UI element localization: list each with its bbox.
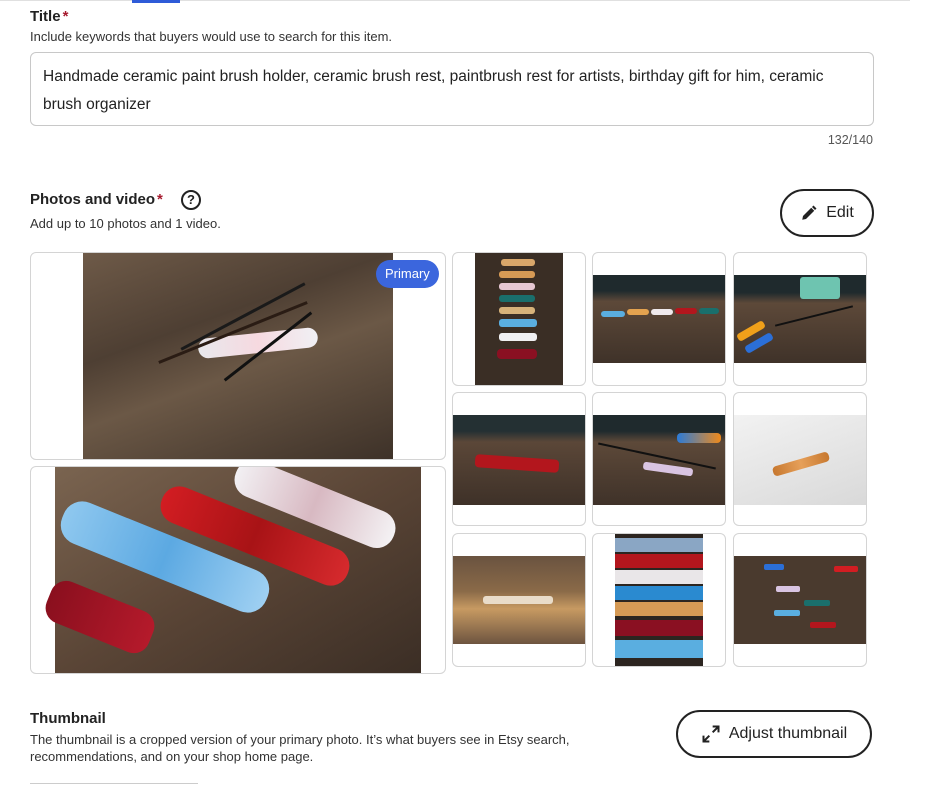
thumbnail-label: Thumbnail xyxy=(30,710,106,727)
thumbnail-hint-line-2: recommendations, and on your shop home p… xyxy=(30,749,314,764)
photo-closeup xyxy=(40,467,421,673)
required-mark: * xyxy=(62,8,69,25)
expand-arrows-icon xyxy=(702,725,720,743)
title-char-counter: 132/140 xyxy=(827,133,873,147)
photo-tile-6[interactable] xyxy=(452,392,586,526)
title-label: Title * xyxy=(30,8,68,25)
primary-badge: Primary xyxy=(376,260,439,288)
photo-tile-5[interactable] xyxy=(733,252,867,386)
photo-desk-scene xyxy=(453,556,585,644)
title-input[interactable]: Handmade ceramic paint brush holder, cer… xyxy=(30,52,874,126)
photos-label-text: Photos and video xyxy=(30,191,156,208)
photos-hint: Add up to 10 photos and 1 video. xyxy=(30,216,221,231)
photo-stacked-rests xyxy=(615,534,703,666)
photo-tile-9[interactable] xyxy=(452,533,586,667)
thumbnail-hint-line-1: The thumbnail is a cropped version of yo… xyxy=(30,732,570,747)
photo-single-rest xyxy=(734,415,866,505)
bottom-divider xyxy=(30,783,198,784)
edit-label: Edit xyxy=(826,204,854,221)
photo-tile-2[interactable] xyxy=(30,466,446,674)
active-tab-indicator xyxy=(132,0,180,3)
title-hint: Include keywords that buyers would use t… xyxy=(30,29,393,44)
photos-label: Photos and video * xyxy=(30,191,163,208)
photo-paint-tubes xyxy=(734,275,866,363)
adjust-thumbnail-label: Adjust thumbnail xyxy=(728,725,848,742)
photo-scattered-rests xyxy=(734,556,866,644)
photo-tile-7[interactable] xyxy=(592,392,726,526)
photo-tile-8[interactable] xyxy=(733,392,867,526)
adjust-thumbnail-button[interactable]: Adjust thumbnail xyxy=(676,710,872,758)
photo-brushes-paint xyxy=(593,415,725,505)
photo-vertical-rests xyxy=(475,253,563,385)
photo-tile-3[interactable] xyxy=(452,252,586,386)
photo-tile-10[interactable] xyxy=(592,533,726,667)
photo-tile-4[interactable] xyxy=(592,252,726,386)
photo-tile-11[interactable] xyxy=(733,533,867,667)
required-mark: * xyxy=(157,191,163,208)
edit-photos-button[interactable]: Edit xyxy=(780,189,874,237)
title-label-text: Title xyxy=(30,8,61,25)
question-circle-icon[interactable]: ? xyxy=(181,190,201,210)
pencil-icon xyxy=(802,205,817,220)
photo-row-rests xyxy=(593,275,725,363)
photo-tile-primary[interactable]: Primary xyxy=(30,252,446,460)
photo-primary xyxy=(83,253,393,459)
photo-red-rest xyxy=(453,415,585,505)
